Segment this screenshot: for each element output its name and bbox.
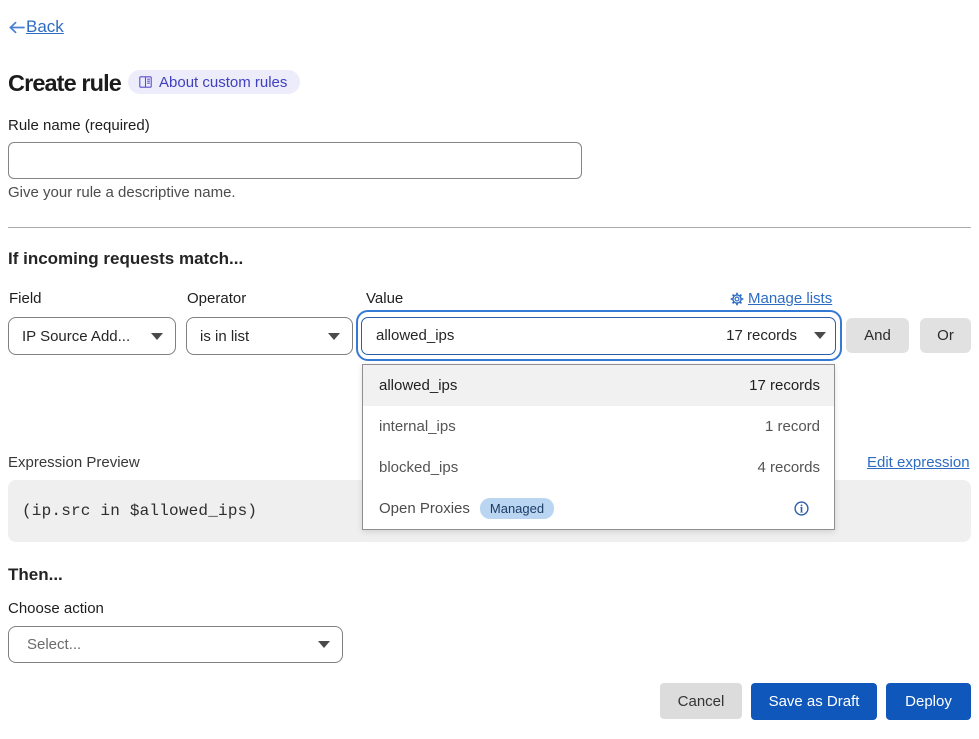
- svg-text:i: i: [800, 503, 804, 515]
